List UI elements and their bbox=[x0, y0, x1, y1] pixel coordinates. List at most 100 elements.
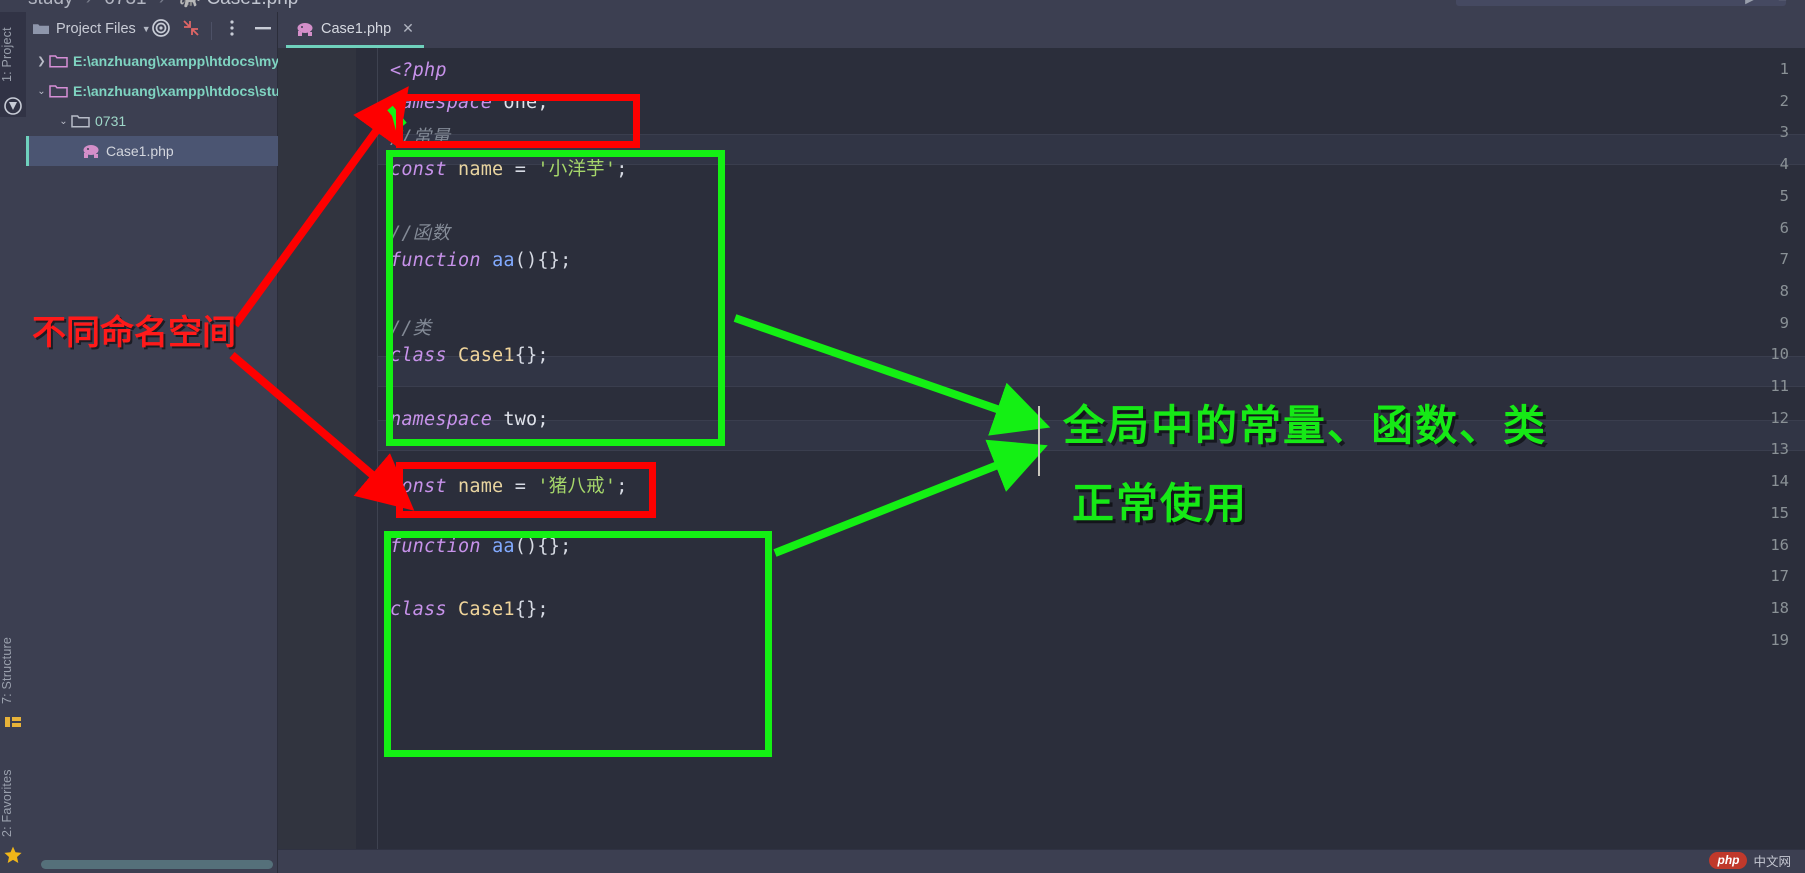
code-token: (){}; bbox=[514, 535, 572, 557]
code-token: name bbox=[458, 159, 504, 181]
code-token: const bbox=[390, 476, 447, 498]
code-line: const name = '小洋芋'; bbox=[390, 155, 628, 181]
code-line: //函数 bbox=[390, 219, 450, 245]
project-panel-header: Project Files ▼ bbox=[26, 12, 278, 46]
code-folding-strip[interactable] bbox=[356, 48, 378, 849]
code-line: //类 bbox=[390, 314, 431, 340]
sidebar-item-structure[interactable]: 7: Structure bbox=[0, 624, 26, 704]
tree-node-label: Case1.php bbox=[106, 143, 174, 159]
watermark: php 中文网 bbox=[1709, 851, 1791, 870]
code-line: <?php bbox=[390, 60, 447, 81]
breadcrumb-file-icon: 🐘 bbox=[177, 0, 201, 9]
tool-window-stripe-left: 1: Project 7: Structure 2: Favorites bbox=[0, 12, 26, 873]
sidebar-item-label: 2: Favorites bbox=[0, 769, 14, 837]
code-token: two; bbox=[492, 408, 549, 430]
tree-node-my[interactable]: ❯ E:\anzhuang\xampp\htdocs\my bbox=[26, 46, 278, 76]
code-token: '猪八戒' bbox=[537, 476, 617, 498]
breadcrumb[interactable]: study › 0731 › 🐘 Case1.php bbox=[28, 0, 298, 10]
code-line: const name = '猪八戒'; bbox=[390, 472, 628, 498]
tab-label: Case1.php bbox=[321, 20, 392, 37]
project-tree: ❯ E:\anzhuang\xampp\htdocs\my ⌄ E:\anzhu… bbox=[26, 46, 278, 166]
code-line: //常量 bbox=[390, 123, 450, 149]
tree-node-label: E:\anzhuang\xampp\htdocs\my bbox=[73, 53, 278, 69]
breadcrumb-item-1[interactable]: 0731 bbox=[104, 0, 146, 9]
editor-tab-bar: Case1.php ✕ bbox=[278, 12, 1805, 48]
folder-icon bbox=[32, 20, 50, 38]
breadcrumb-separator: › bbox=[79, 0, 99, 9]
code-token: aa bbox=[492, 250, 515, 272]
code-token: const bbox=[390, 159, 447, 181]
watermark-text: 中文网 bbox=[1753, 855, 1791, 869]
code-token: ; bbox=[616, 159, 628, 181]
close-icon[interactable]: ✕ bbox=[402, 20, 414, 37]
code-editor[interactable]: 1 2 3 4 5 6 7 8 9 10 11 12 13 14 15 16 17 18 19 <?php names… bbox=[278, 48, 1805, 849]
editor-area: Case1.php ✕ 1 2 3 4 5 6 7 8 9 10 11 12 13 14 15 16 17 18 1… bbox=[278, 12, 1805, 873]
project-icon[interactable] bbox=[3, 96, 23, 116]
project-tool-window: Project Files ▼ ❯ E:\anzhuang\xampp\htdo… bbox=[26, 12, 278, 873]
watermark-badge: php bbox=[1709, 852, 1748, 869]
code-line: function aa(){}; bbox=[390, 536, 571, 557]
code-line: class Case1{}; bbox=[390, 345, 549, 366]
project-panel-horizontal-scrollbar[interactable] bbox=[41, 860, 273, 869]
code-token: namespace bbox=[390, 408, 493, 430]
code-token: one; bbox=[492, 91, 549, 113]
status-bar: php 中文网 bbox=[278, 849, 1805, 873]
collapse-all-icon[interactable] bbox=[181, 18, 201, 43]
code-token: //常量 bbox=[390, 127, 451, 149]
code-token: = bbox=[503, 159, 538, 181]
tree-node-stu[interactable]: ⌄ E:\anzhuang\xampp\htdocs\stu bbox=[26, 76, 278, 106]
sidebar-item-label: 1: Project bbox=[0, 27, 14, 82]
folder-icon bbox=[49, 53, 68, 69]
folder-icon bbox=[71, 113, 90, 129]
code-token: '小洋芋' bbox=[537, 159, 617, 181]
code-token: (){}; bbox=[514, 250, 572, 272]
chevron-right-icon[interactable]: ❯ bbox=[34, 56, 49, 67]
sidebar-item-project[interactable]: 1: Project bbox=[0, 16, 26, 82]
chevron-down-icon[interactable]: ⌄ bbox=[34, 86, 49, 97]
structure-icon[interactable] bbox=[3, 712, 23, 732]
hide-panel-icon[interactable] bbox=[252, 18, 274, 43]
code-token: //类 bbox=[390, 317, 432, 339]
tree-node-case1-php[interactable]: Case1.php bbox=[26, 136, 278, 166]
more-options-icon[interactable] bbox=[222, 18, 242, 43]
breadcrumb-item-2[interactable]: Case1.php bbox=[206, 0, 298, 9]
code-token: //函数 bbox=[390, 222, 451, 244]
project-panel-title: Project Files bbox=[56, 21, 136, 37]
project-panel-actions bbox=[151, 18, 274, 43]
php-elephant-icon bbox=[296, 21, 314, 37]
code-token: function bbox=[390, 250, 481, 272]
sidebar-item-favorites[interactable]: 2: Favorites bbox=[0, 757, 26, 837]
breadcrumb-separator: › bbox=[152, 0, 172, 9]
tab-case1-php[interactable]: Case1.php ✕ bbox=[286, 12, 424, 48]
star-icon[interactable] bbox=[3, 845, 23, 865]
run-configuration-selector[interactable] bbox=[1456, 0, 1786, 6]
code-line: namespace one; bbox=[390, 92, 549, 113]
toolbar-actions[interactable]: ▶ ⏸ ⏹ bbox=[1745, 0, 1787, 7]
code-token: namespace bbox=[390, 91, 493, 113]
chevron-down-icon[interactable]: ⌄ bbox=[56, 116, 71, 127]
code-lines: <?php namespace one; //常量 const name = '小洋芋… bbox=[378, 48, 1805, 849]
tree-node-label: E:\anzhuang\xampp\htdocs\stu bbox=[73, 83, 278, 99]
code-token: Case1 bbox=[458, 345, 515, 367]
tree-node-label: 0731 bbox=[95, 113, 127, 129]
code-token: function bbox=[390, 535, 481, 557]
code-token: <?php bbox=[390, 60, 447, 81]
code-token: ; bbox=[616, 476, 628, 498]
code-token: name bbox=[458, 476, 504, 498]
scroll-from-source-icon[interactable] bbox=[151, 18, 171, 43]
toolbar-divider bbox=[211, 21, 212, 40]
line-number-gutter[interactable] bbox=[278, 48, 356, 849]
breadcrumb-item-0[interactable]: study bbox=[28, 0, 73, 9]
tree-node-0731[interactable]: ⌄ 0731 bbox=[26, 106, 278, 136]
code-token: aa bbox=[492, 535, 515, 557]
php-elephant-icon bbox=[82, 143, 101, 159]
ide-window: study › 0731 › 🐘 Case1.php ▶ ⏸ ⏹ 1: Proj… bbox=[0, 0, 1805, 873]
code-line: function aa(){}; bbox=[390, 250, 571, 271]
chevron-down-icon[interactable]: ▼ bbox=[142, 24, 151, 34]
